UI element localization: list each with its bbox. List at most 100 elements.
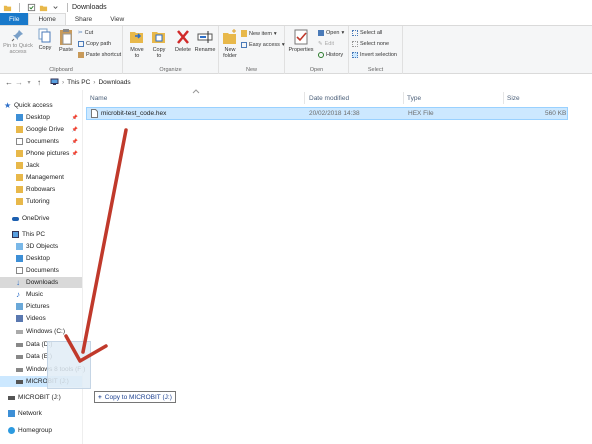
open-label: Open	[326, 30, 340, 36]
pictures-icon	[16, 303, 23, 310]
new-folder-icon[interactable]	[39, 3, 48, 12]
file-type: HEX File	[408, 110, 434, 117]
properties-icon[interactable]	[27, 3, 36, 12]
sort-ascending-icon	[192, 89, 200, 94]
nav-management[interactable]: Management	[0, 172, 82, 183]
cube-icon	[16, 243, 23, 250]
nav-homegroup[interactable]: Homegroup	[0, 425, 82, 436]
delete-button[interactable]: Delete	[173, 28, 193, 53]
nav-pc-desktop[interactable]: Desktop	[0, 253, 82, 264]
nav-desktop[interactable]: Desktop 📌	[0, 112, 82, 123]
nav-windows-c[interactable]: Windows (C:)	[0, 326, 82, 337]
nav-music[interactable]: ♪ Music	[0, 289, 82, 300]
delete-label: Delete	[175, 47, 191, 53]
breadcrumb-this-pc[interactable]: This PC	[67, 79, 90, 86]
open-group: Properties Open ▾ ✎ Edit History Open	[285, 26, 349, 74]
up-button[interactable]: ↑	[34, 77, 44, 87]
copy-icon	[38, 28, 51, 43]
invert-selection-button[interactable]: Invert selection	[352, 52, 397, 58]
breadcrumb-downloads[interactable]: Downloads	[98, 79, 130, 86]
nav-quick-access[interactable]: ★ Quick access	[0, 100, 82, 111]
recent-locations-button[interactable]: ▾	[24, 77, 34, 87]
nav-network[interactable]: Network	[0, 408, 82, 419]
properties-button[interactable]: Properties	[287, 28, 315, 53]
nav-jack[interactable]: Jack	[0, 160, 82, 171]
nav-label: Tutoring	[26, 198, 50, 205]
computer-icon	[12, 231, 19, 238]
easy-access-icon	[241, 42, 247, 48]
drive-icon	[16, 329, 23, 334]
nav-tutoring[interactable]: Tutoring	[0, 196, 82, 207]
history-button[interactable]: History	[318, 52, 343, 58]
nav-label: Pictures	[26, 303, 50, 310]
copy-to-button[interactable]: Copy to	[149, 28, 169, 59]
clipboard-group-label: Clipboard	[49, 67, 73, 73]
ribbon: Pin to Quick access Copy Paste ✂ Cut Cop…	[0, 26, 592, 74]
column-header-type[interactable]: Type	[407, 92, 421, 104]
pin-to-quick-access-button[interactable]: Pin to Quick access	[2, 28, 34, 55]
paste-shortcut-button[interactable]: Paste shortcut	[78, 52, 121, 58]
history-label: History	[326, 52, 344, 58]
drag-tooltip-text: Copy to MICROBIT (J:)	[104, 393, 172, 401]
ribbon-tabs: File Home Share View	[0, 13, 592, 26]
nav-label: Desktop	[26, 114, 50, 121]
tab-home[interactable]: Home	[28, 13, 66, 25]
cut-button[interactable]: ✂ Cut	[78, 30, 93, 36]
select-all-label: Select all	[360, 30, 383, 36]
new-item-button[interactable]: New item ▾	[241, 30, 277, 37]
plus-icon: +	[98, 393, 102, 401]
paste-button[interactable]: Paste	[57, 28, 75, 53]
nav-label: Google Drive	[26, 126, 64, 133]
select-none-button[interactable]: Select none	[352, 41, 389, 47]
column-divider[interactable]	[403, 92, 404, 104]
rename-button[interactable]: Rename	[194, 28, 216, 53]
back-button[interactable]: ←	[4, 77, 14, 87]
copy-path-button[interactable]: Copy path	[78, 41, 111, 47]
tab-file[interactable]: File	[0, 13, 29, 25]
new-folder-button[interactable]: New folder	[221, 28, 239, 59]
copy-button[interactable]: Copy	[36, 28, 54, 51]
nav-3d-objects[interactable]: 3D Objects	[0, 241, 82, 252]
tab-share[interactable]: Share	[66, 13, 101, 25]
chevron-down-icon: ▾	[27, 79, 31, 86]
edit-icon: ✎	[318, 41, 323, 47]
folder-icon	[16, 150, 23, 157]
arrow-up-icon: ↑	[37, 77, 41, 87]
tab-view[interactable]: View	[101, 13, 133, 25]
address-field[interactable]: › This PC › Downloads	[50, 76, 588, 88]
column-divider[interactable]	[304, 92, 305, 104]
pane-divider[interactable]	[82, 90, 83, 444]
column-divider[interactable]	[503, 92, 504, 104]
column-header-size[interactable]: Size	[507, 92, 520, 104]
file-size: 560 KB	[545, 110, 567, 117]
nav-documents[interactable]: Documents 📌	[0, 136, 82, 147]
nav-robowars[interactable]: Robowars	[0, 184, 82, 195]
nav-phone-pictures[interactable]: Phone pictures 📌	[0, 148, 82, 159]
nav-pictures[interactable]: Pictures	[0, 301, 82, 312]
folder-icon	[16, 126, 23, 133]
nav-downloads[interactable]: ↓ Downloads	[0, 277, 82, 288]
pin-icon: 📌	[71, 138, 78, 145]
move-to-button[interactable]: Move to	[127, 28, 147, 59]
chevron-down-icon[interactable]	[51, 3, 60, 12]
select-all-button[interactable]: Select all	[352, 30, 382, 36]
open-button[interactable]: Open ▾	[318, 30, 344, 36]
nav-google-drive[interactable]: Google Drive 📌	[0, 124, 82, 135]
nav-videos[interactable]: Videos	[0, 313, 82, 324]
nav-label: Homegroup	[18, 427, 52, 434]
easy-access-button[interactable]: Easy access ▾	[241, 42, 285, 48]
column-header-date[interactable]: Date modified	[309, 92, 349, 104]
select-group-label: Select	[367, 67, 384, 73]
nav-label: Quick access	[14, 102, 53, 109]
nav-microbit[interactable]: MICROBIT (J:)	[0, 392, 82, 403]
move-to-icon	[130, 32, 143, 43]
star-icon: ★	[4, 101, 12, 110]
folder-icon	[16, 174, 23, 181]
edit-button[interactable]: ✎ Edit	[318, 41, 334, 47]
nav-pc-documents[interactable]: Documents	[0, 265, 82, 276]
column-header-name[interactable]: Name	[90, 92, 107, 104]
nav-onedrive[interactable]: OneDrive	[0, 213, 82, 224]
forward-button[interactable]: →	[14, 77, 24, 87]
nav-this-pc[interactable]: This PC	[0, 229, 82, 240]
new-group-label: New	[245, 67, 257, 73]
